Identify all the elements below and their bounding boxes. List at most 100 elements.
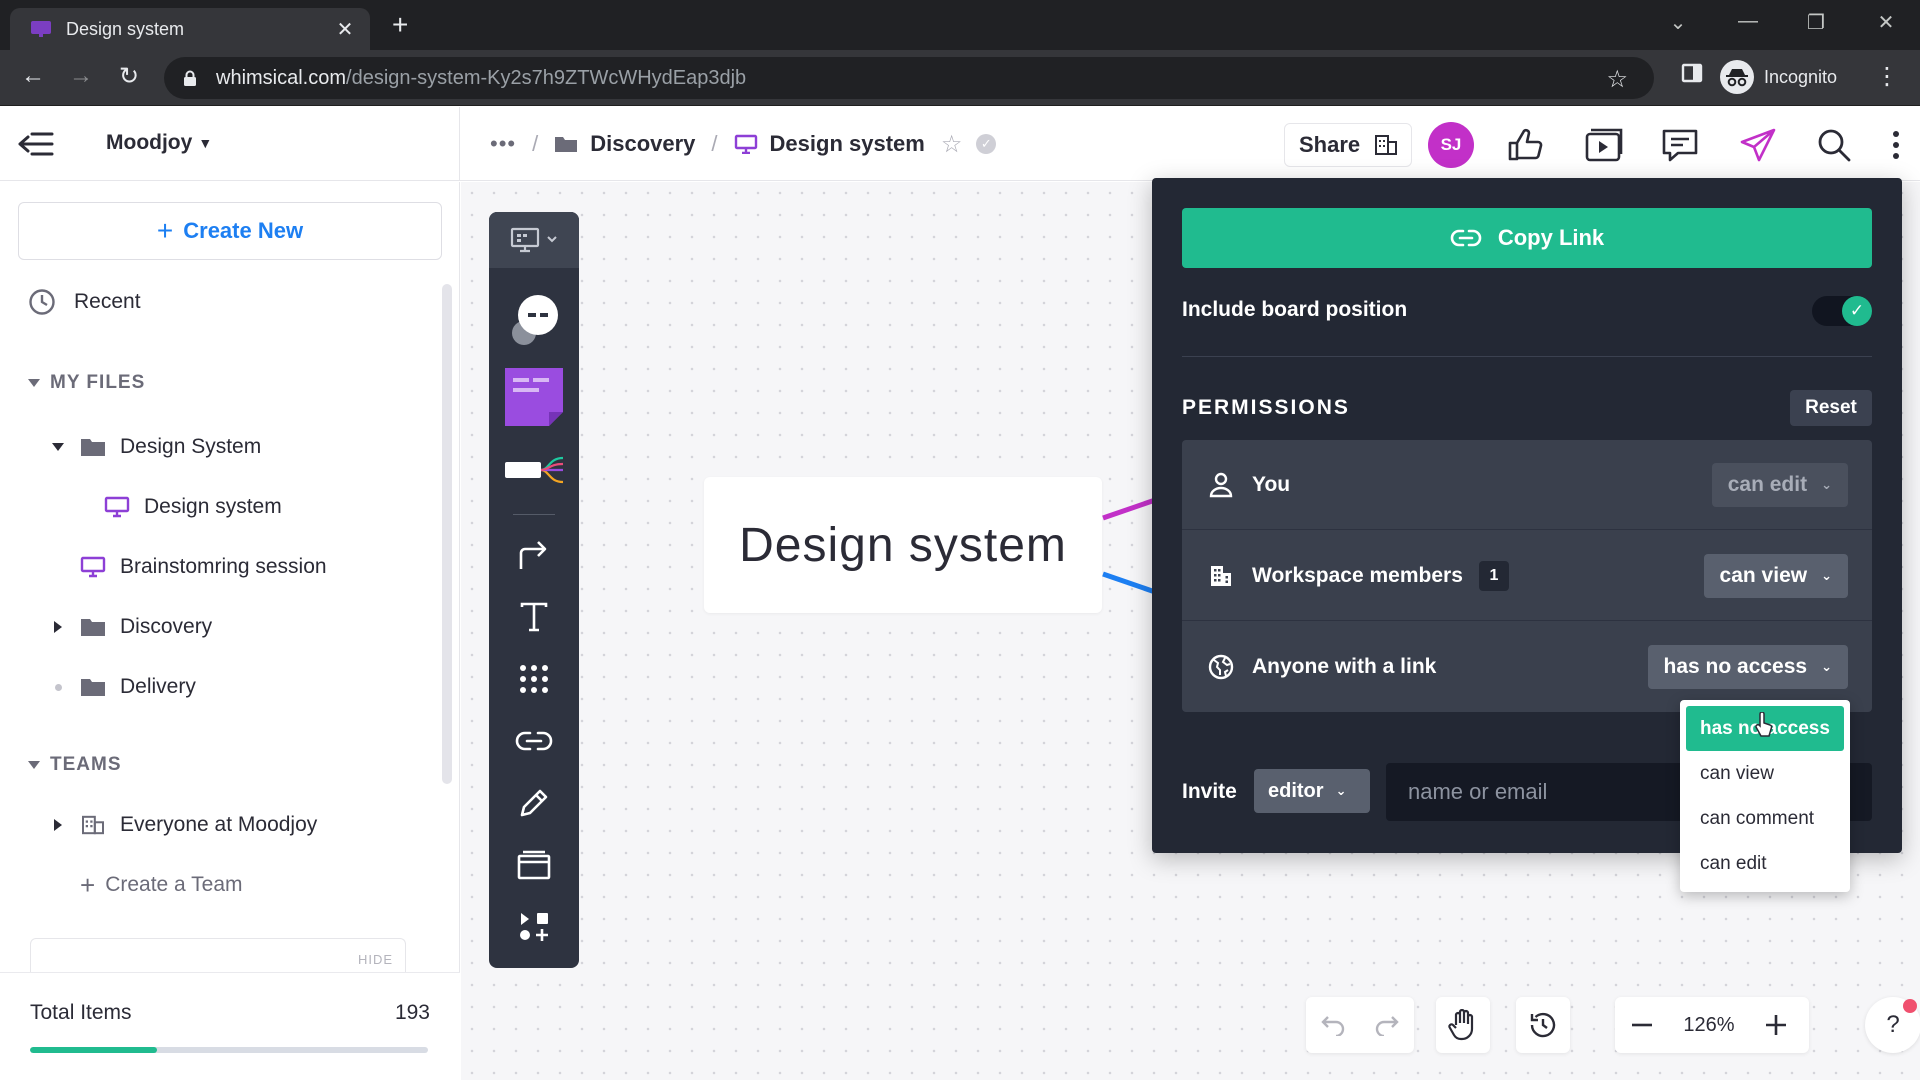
permission-row-workspace: Workspace members 1 can view ⌄ xyxy=(1182,531,1872,621)
pencil-tool[interactable] xyxy=(489,778,579,828)
create-new-button[interactable]: + Create New xyxy=(18,202,442,260)
back-icon[interactable]: ← xyxy=(16,62,50,90)
copy-link-button[interactable]: Copy Link xyxy=(1182,208,1872,268)
history-button[interactable] xyxy=(1516,997,1570,1053)
sidebar-scrollbar[interactable] xyxy=(442,284,452,784)
sidebar-item-design-system-board[interactable]: Design system xyxy=(104,487,282,527)
window-close-icon[interactable]: ✕ xyxy=(1866,10,1906,35)
permission-select-you[interactable]: can edit ⌄ xyxy=(1711,463,1848,507)
zoom-level[interactable]: 126% xyxy=(1669,1014,1749,1037)
usage-footer: Total Items 193 xyxy=(0,972,460,1080)
chevron-down-icon: ⌄ xyxy=(1821,568,1832,583)
breadcrumb-board[interactable]: Design system xyxy=(770,131,925,157)
permission-label: Anyone with a link xyxy=(1252,655,1437,678)
link-icon xyxy=(1450,229,1482,247)
shapes-tool[interactable] xyxy=(489,288,579,354)
sidebar-header: Moodjoy ▼ xyxy=(0,107,460,181)
link-icon xyxy=(515,731,553,751)
address-bar[interactable]: whimsical.com/design-system-Ky2s7h9ZTWcW… xyxy=(164,57,1654,99)
hide-button[interactable]: HIDE xyxy=(358,952,393,967)
like-icon[interactable] xyxy=(1506,127,1546,163)
favorite-star-icon[interactable]: ☆ xyxy=(941,130,963,159)
sidebar-item-team-everyone[interactable]: Everyone at Moodjoy xyxy=(54,805,317,845)
invite-role-select[interactable]: editor ⌄ xyxy=(1254,769,1370,813)
connector-arrow-icon xyxy=(519,541,547,569)
mouse-pointer-icon xyxy=(1755,712,1773,737)
incognito-icon xyxy=(1720,60,1754,94)
help-button[interactable]: ? xyxy=(1865,997,1920,1053)
board-type-switcher[interactable] xyxy=(489,212,579,268)
new-tab-icon[interactable]: + xyxy=(392,11,408,39)
bookmark-star-icon[interactable]: ☆ xyxy=(1606,65,1628,94)
invite-label: Invite xyxy=(1182,780,1237,803)
link-tool[interactable] xyxy=(489,716,579,766)
breadcrumb-folder[interactable]: Discovery xyxy=(590,131,695,157)
section-title: TEAMS xyxy=(50,754,122,775)
incognito-badge[interactable]: Incognito xyxy=(1720,60,1837,94)
permissions-list: You can edit ⌄ Workspace members 1 can v… xyxy=(1182,440,1872,712)
permission-select-link[interactable]: has no access ⌄ xyxy=(1647,645,1848,689)
folder-icon xyxy=(555,137,578,152)
invite-role-value: editor xyxy=(1268,779,1324,802)
reset-button[interactable]: Reset xyxy=(1790,390,1872,426)
permission-row-you: You can edit ⌄ xyxy=(1182,440,1872,530)
zoom-out-button[interactable] xyxy=(1615,997,1669,1053)
zoom-in-button[interactable] xyxy=(1749,997,1803,1053)
dropdown-option-can-edit[interactable]: can edit xyxy=(1686,841,1844,886)
close-tab-icon[interactable]: ✕ xyxy=(334,17,356,42)
board-icon xyxy=(104,496,130,518)
sidebar-item-recent[interactable]: Recent xyxy=(28,282,141,322)
sidebar-item-delivery[interactable]: Delivery xyxy=(55,667,196,707)
browser-tab[interactable]: Design system ✕ xyxy=(10,8,370,50)
undo-button[interactable] xyxy=(1306,997,1360,1053)
send-icon[interactable] xyxy=(1738,127,1778,163)
side-panel-icon[interactable] xyxy=(1675,62,1709,91)
present-icon[interactable] xyxy=(1584,127,1624,163)
avatar[interactable]: SJ xyxy=(1428,122,1474,168)
share-button[interactable]: Share xyxy=(1284,123,1412,167)
sidebar-item-discovery[interactable]: Discovery xyxy=(54,607,212,647)
sticky-note-tool[interactable] xyxy=(489,362,579,432)
redo-button[interactable] xyxy=(1360,997,1414,1053)
dropdown-option-can-view[interactable]: can view xyxy=(1686,751,1844,796)
permission-label: Workspace members xyxy=(1252,563,1463,587)
restore-icon[interactable]: ❐ xyxy=(1796,10,1836,35)
share-label: Share xyxy=(1299,132,1361,157)
teams-section[interactable]: TEAMS xyxy=(28,754,122,776)
toolbar-divider xyxy=(513,514,555,515)
tab-search-icon[interactable]: ⌄ xyxy=(1658,10,1698,35)
create-team-button[interactable]: + Create a Team xyxy=(80,865,243,905)
connector-tool[interactable] xyxy=(489,530,579,580)
sidebar-item-label: Brainstomring session xyxy=(120,555,327,578)
sidebar-item-brainstorming[interactable]: Brainstomring session xyxy=(80,547,327,587)
frame-tool[interactable] xyxy=(489,840,579,890)
minimize-icon[interactable]: — xyxy=(1728,10,1768,33)
my-files-section[interactable]: MY FILES xyxy=(28,372,145,394)
board-title-card[interactable]: Design system xyxy=(704,477,1102,613)
include-position-label: Include board position xyxy=(1182,298,1408,321)
workspace-switcher[interactable]: Moodjoy ▼ xyxy=(106,131,212,155)
workspace-building-icon xyxy=(1375,135,1398,155)
collapse-sidebar-icon[interactable] xyxy=(16,129,56,159)
more-tools[interactable] xyxy=(489,902,579,952)
grid-tool[interactable] xyxy=(489,654,579,704)
sidebar-item-label: Design system xyxy=(144,495,282,518)
search-icon[interactable] xyxy=(1814,127,1854,163)
question-icon: ? xyxy=(1886,1011,1900,1038)
dropdown-option-can-comment[interactable]: can comment xyxy=(1686,796,1844,841)
permission-select-workspace[interactable]: can view ⌄ xyxy=(1703,554,1848,598)
browser-menu-icon[interactable]: ⋮ xyxy=(1870,62,1904,91)
sidebar-item-label: Discovery xyxy=(120,615,213,638)
more-menu-icon[interactable] xyxy=(1876,127,1916,163)
include-position-toggle[interactable]: ✓ xyxy=(1812,296,1872,326)
verified-check-icon[interactable]: ✓ xyxy=(976,134,997,154)
mindmap-tool[interactable] xyxy=(489,444,579,496)
hand-tool-button[interactable] xyxy=(1436,997,1490,1053)
sidebar-item-design-system-folder[interactable]: Design System xyxy=(52,427,261,467)
comments-icon[interactable] xyxy=(1660,127,1700,163)
reload-icon[interactable]: ↻ xyxy=(112,62,146,91)
text-tool[interactable] xyxy=(489,592,579,642)
forward-icon[interactable]: → xyxy=(64,62,98,90)
clock-icon xyxy=(29,289,55,315)
more-dots-icon[interactable]: ••• xyxy=(490,131,516,157)
